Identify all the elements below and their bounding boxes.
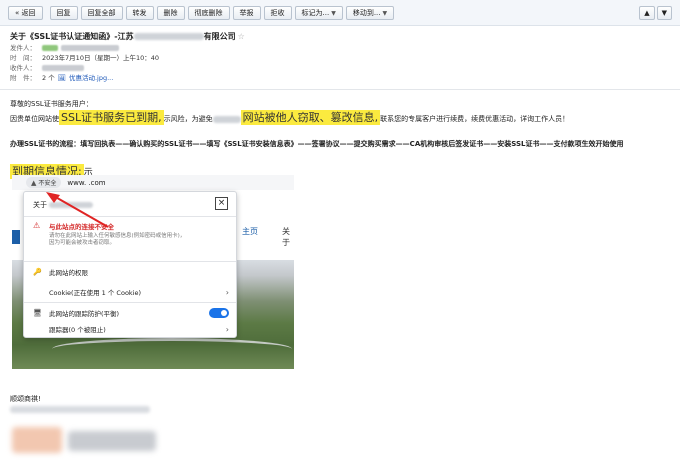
redacted-company bbox=[133, 33, 204, 40]
time-row: 时 间： 2023年7月10日（星期一）上午10：40 bbox=[10, 53, 670, 63]
chevron-down-icon: ▼ bbox=[382, 9, 388, 17]
subject-suffix: 有限公司 bbox=[203, 32, 236, 41]
site-menu-home: 主页 bbox=[242, 227, 258, 236]
redacted-sender-address[interactable] bbox=[61, 45, 119, 51]
subject-prefix: 关于《SSL证书认证通知函》-江苏 bbox=[10, 32, 134, 41]
address-text: www. .com bbox=[67, 178, 106, 187]
mark-as-label: 标记为... bbox=[301, 8, 330, 17]
mail-header: 关于《SSL证书认证通知函》-江苏 有限公司 ☆ 发件人： 时 间： 2023年7月… bbox=[0, 27, 680, 90]
mark-as-dropdown[interactable]: 标记为... ▼ bbox=[294, 5, 343, 20]
warning-icon: ▲ bbox=[31, 178, 37, 187]
chevron-down-icon: ▼ bbox=[331, 9, 336, 17]
para-end: 联系您的专属客户进行续费，续费优惠活动，详询工作人员！ bbox=[380, 115, 570, 123]
delete-permanent-button[interactable]: 彻底删除 bbox=[187, 5, 230, 20]
from-label: 发件人： bbox=[10, 44, 36, 52]
redacted-recipient[interactable] bbox=[42, 65, 84, 71]
attachment-link[interactable]: 优惠活动.jpg... bbox=[69, 73, 113, 83]
forward-button[interactable]: 转发 bbox=[125, 5, 154, 20]
highlight-stolen: 网站被他人窃取、篡改信息, bbox=[240, 110, 381, 125]
warning-description: 请勿在此网站上输入任何敏感信息(例如密码或信用卡)，因为可能会被攻击者窃取。 bbox=[49, 233, 186, 246]
bridge-road bbox=[52, 338, 292, 360]
redacted-text bbox=[212, 115, 241, 123]
trackers-row[interactable]: 跟踪器(0 个被阻止) › bbox=[33, 323, 229, 335]
reply-button[interactable]: 回复 bbox=[49, 5, 78, 20]
time-value: 2023年7月10日（星期一）上午10：40 bbox=[42, 54, 159, 62]
redacted-logo bbox=[12, 427, 62, 453]
tracking-row: 🖥 此网站的跟踪防护(平衡) bbox=[33, 307, 229, 319]
key-icon: 🔑 bbox=[33, 268, 42, 276]
mail-navigation: ▲ ▼ bbox=[639, 6, 672, 20]
report-button[interactable]: 举报 bbox=[232, 5, 261, 20]
insecure-badge[interactable]: ▲ 不安全 bbox=[26, 177, 62, 188]
tracking-label: 此网站的跟踪防护(平衡) bbox=[49, 310, 120, 318]
back-button[interactable]: « 返回 bbox=[8, 5, 43, 20]
closing-text: 顺颂商祺! bbox=[10, 395, 41, 403]
cookie-label: Cookie(正在使用 1 个 Cookie) bbox=[49, 289, 142, 297]
redacted-company-name bbox=[68, 431, 156, 451]
down-icon[interactable]: ▼ bbox=[656, 6, 672, 20]
mail-body: 尊敬的SSL证书服务用户： 因贵单位网站使 SSL证书服务已到期, 示风险，为避免网… bbox=[0, 91, 680, 461]
arrow-icon bbox=[46, 192, 109, 228]
chevron-right-icon: › bbox=[225, 287, 229, 297]
attachment-icon: 🖼 bbox=[57, 74, 66, 82]
para-mid: 示风险，为避免 bbox=[163, 115, 213, 123]
star-icon[interactable]: ☆ bbox=[238, 32, 245, 41]
up-icon[interactable]: ▲ bbox=[639, 6, 655, 20]
attachment-row: 附 件： 2 个 🖼 优惠活动.jpg... bbox=[10, 73, 670, 83]
reply-all-button[interactable]: 回复全部 bbox=[80, 5, 123, 20]
site-menu-about: 关于 bbox=[282, 227, 290, 247]
move-to-label: 移动到... bbox=[352, 8, 381, 17]
divider bbox=[24, 302, 236, 303]
divider bbox=[24, 261, 236, 262]
attachment-label: 附 件： bbox=[10, 74, 36, 82]
permissions-label: 此网站的权限 bbox=[49, 269, 88, 277]
tracking-icon: 🖥 bbox=[33, 309, 42, 317]
from-row: 发件人： bbox=[10, 43, 670, 53]
insecure-label: 不安全 bbox=[38, 180, 57, 187]
time-label: 时 间： bbox=[10, 54, 36, 62]
tracking-toggle[interactable] bbox=[209, 308, 229, 318]
to-label: 收件人： bbox=[10, 64, 36, 72]
reject-button[interactable]: 拒收 bbox=[263, 5, 292, 20]
close-icon[interactable]: × bbox=[215, 197, 228, 210]
red-arrow-annotation bbox=[38, 86, 108, 136]
cookie-row[interactable]: Cookie(正在使用 1 个 Cookie) › bbox=[33, 286, 229, 298]
delete-button[interactable]: 删除 bbox=[156, 5, 185, 20]
site-logo-band bbox=[12, 230, 20, 244]
arrow-head bbox=[46, 192, 60, 203]
address-bar: ▲ 不安全 www. .com bbox=[12, 175, 294, 190]
trackers-label: 跟踪器(0 个被阻止) bbox=[49, 326, 106, 334]
move-to-dropdown[interactable]: 移动到... ▼ bbox=[345, 5, 395, 20]
permissions-row[interactable]: 🔑 此网站的权限 bbox=[33, 266, 229, 278]
redacted-signature-line bbox=[10, 406, 150, 413]
mail-subject: 关于《SSL证书认证通知函》-江苏 有限公司 ☆ bbox=[10, 31, 670, 43]
chevron-right-icon: › bbox=[225, 324, 229, 334]
to-row: 收件人： bbox=[10, 63, 670, 73]
process-steps: 办理SSL证书的流程：填写回执表——确认购买的SSL证书——填写《SSL证书安装… bbox=[10, 140, 624, 148]
redacted-sender-name bbox=[42, 45, 58, 51]
attachment-count: 2 个 bbox=[42, 74, 55, 82]
arrow-shaft bbox=[51, 194, 109, 228]
mail-toolbar: « 返回 回复 回复全部 转发 删除 彻底删除 举报 拒收 标记为... ▼ 移动… bbox=[0, 0, 680, 26]
